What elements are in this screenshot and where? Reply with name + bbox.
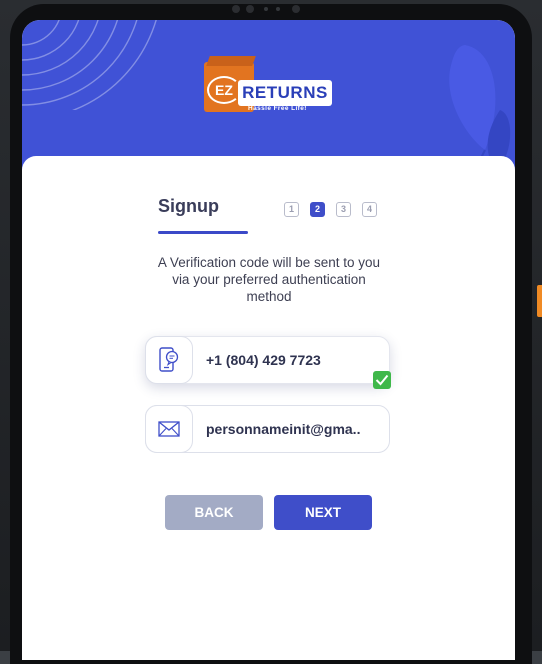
sensor-dot <box>264 7 268 11</box>
logo-tagline: Hassle Free Life! <box>248 105 307 112</box>
phone-icon-box <box>145 336 193 384</box>
logo-wordmark: RETURNS <box>238 80 332 106</box>
next-button[interactable]: NEXT <box>274 495 372 530</box>
sensor-dot <box>276 7 280 11</box>
title-underline <box>158 231 248 234</box>
mail-icon <box>158 421 180 437</box>
camera-lens <box>232 5 240 13</box>
phone-method-option[interactable]: +1 (804) 429 7723 <box>145 336 391 389</box>
email-address: personnameinit@gma.. <box>206 421 361 437</box>
ez-returns-logo: EZ RETURNS Hassle Free Life! <box>204 56 334 116</box>
camera-bar <box>228 4 310 14</box>
step-3: 3 <box>336 202 351 217</box>
check-icon <box>373 371 391 389</box>
camera-lens <box>246 5 254 13</box>
email-icon-box <box>145 405 193 453</box>
camera-lens <box>292 5 300 13</box>
signup-card: Signup 1 2 3 4 A Verification code will … <box>22 156 515 660</box>
header-banner: EZ RETURNS Hassle Free Life! <box>22 20 515 170</box>
back-button[interactable]: BACK <box>165 495 263 530</box>
decorative-arcs <box>22 20 157 110</box>
decorative-leaves <box>449 45 511 170</box>
step-4: 4 <box>362 202 377 217</box>
phone-message-icon <box>159 347 179 372</box>
side-accent <box>537 285 542 317</box>
phone-number: +1 (804) 429 7723 <box>206 352 321 368</box>
step-2-active: 2 <box>310 202 325 217</box>
email-method-option[interactable]: personnameinit@gma.. <box>145 405 390 453</box>
step-1: 1 <box>284 202 299 217</box>
tablet-frame: EZ RETURNS Hassle Free Life! Signup 1 2 … <box>0 0 542 664</box>
app-screen: EZ RETURNS Hassle Free Life! Signup 1 2 … <box>22 20 515 660</box>
verification-description: A Verification code will be sent to you … <box>157 255 381 304</box>
page-title: Signup <box>158 196 219 216</box>
logo-box-lid <box>206 56 256 66</box>
logo-badge: EZ <box>207 76 241 104</box>
